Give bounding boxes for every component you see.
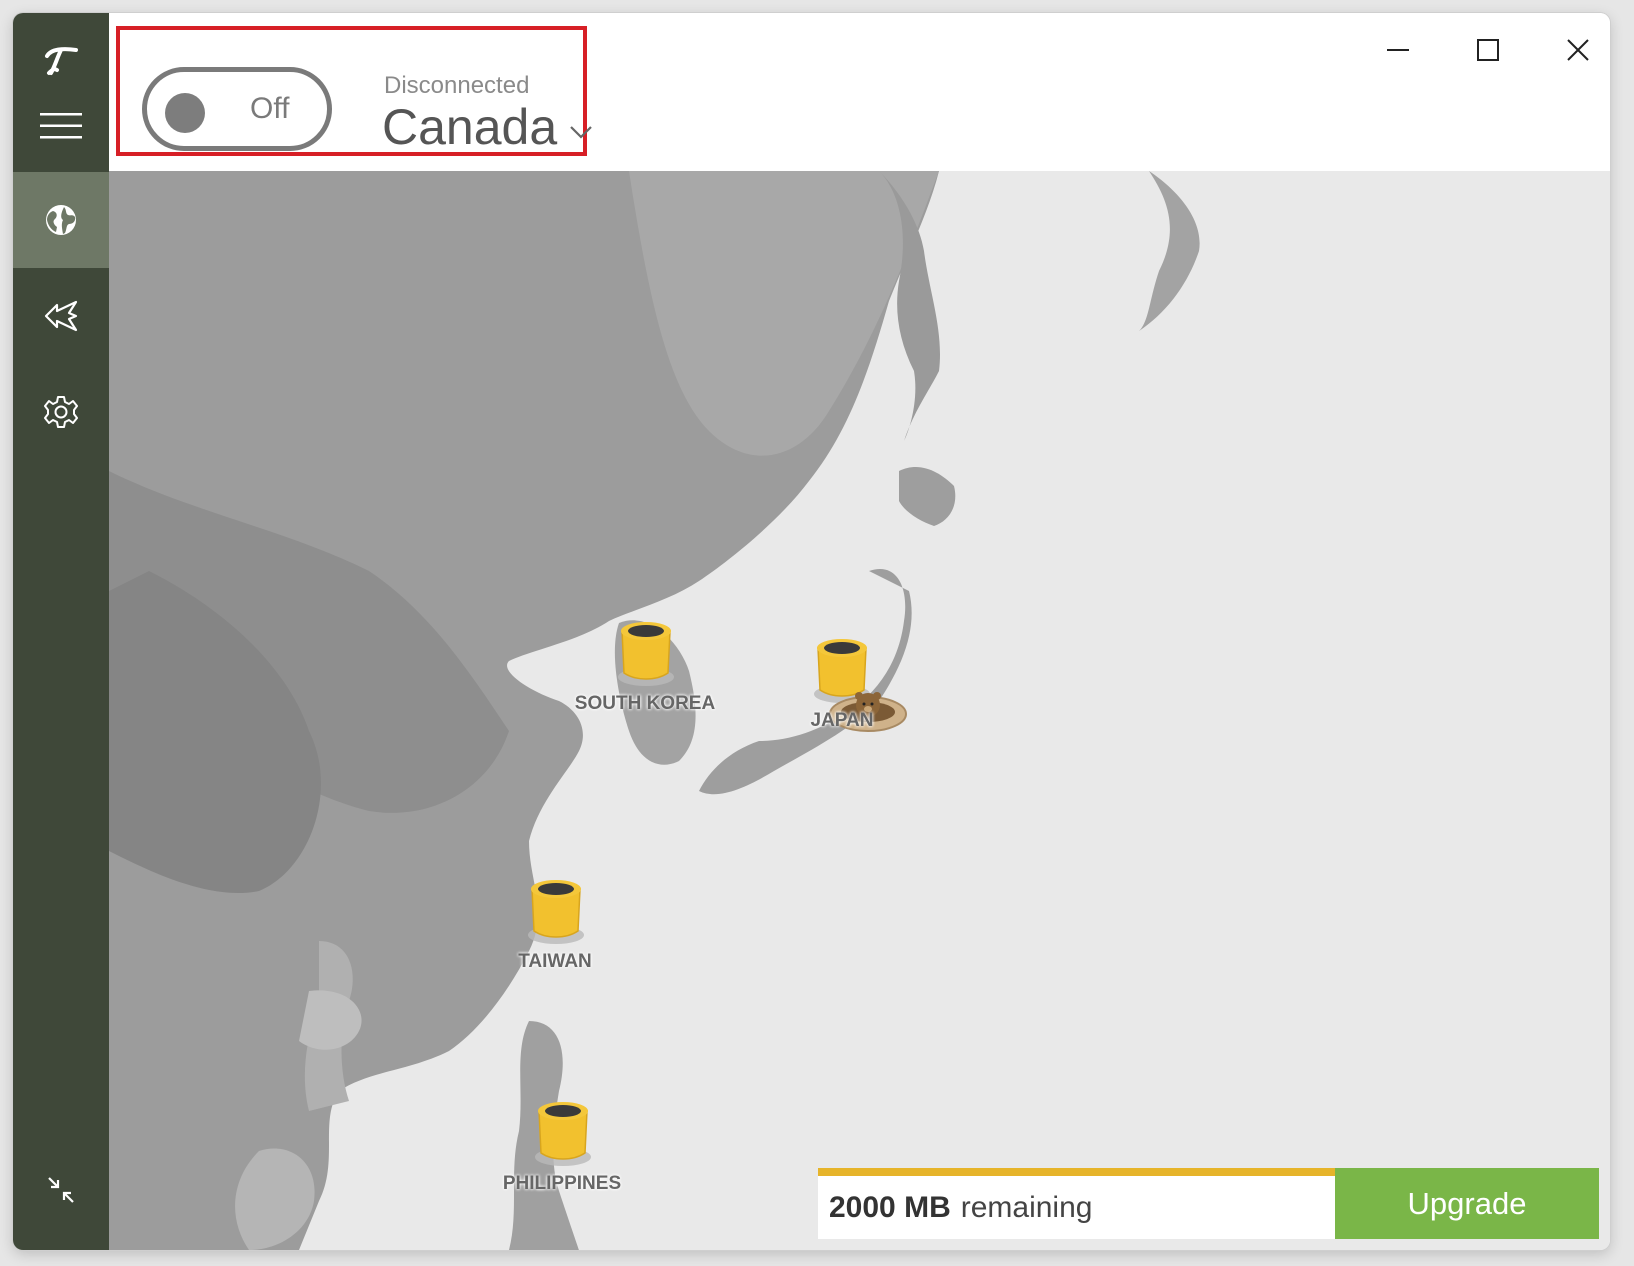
connection-status: Disconnected <box>384 72 530 99</box>
server-barrel-taiwan[interactable] <box>526 879 586 947</box>
barrel-icon <box>618 622 674 686</box>
toggle-knob <box>165 93 205 133</box>
maximize-button[interactable] <box>1458 25 1518 75</box>
menu-icon[interactable] <box>13 80 109 172</box>
location-selector[interactable]: Canada <box>382 98 593 156</box>
country-label: SOUTH KOREA <box>574 693 716 714</box>
data-remaining: 2000 MB remaining <box>818 1168 1335 1239</box>
minimize-button[interactable] <box>1368 25 1428 75</box>
data-usage-bar: 2000 MB remaining Upgrade <box>818 1168 1602 1239</box>
data-suffix: remaining <box>960 1190 1093 1224</box>
data-amount: 2000 MB <box>829 1190 951 1224</box>
toggle-label: Off <box>250 92 290 125</box>
country-label: TAIWAN <box>518 951 592 972</box>
compact-view-icon[interactable] <box>13 1150 109 1230</box>
country-label: PHILIPPINES <box>502 1173 622 1194</box>
connection-panel: Off Disconnected Canada <box>116 26 592 156</box>
selected-country: Canada <box>382 99 558 155</box>
upgrade-button[interactable]: Upgrade <box>1335 1168 1599 1239</box>
server-barrel-south-korea[interactable] <box>616 621 676 689</box>
world-map[interactable]: SOUTH KOREA JAPAN TAIWAN PHILIPPINES <box>109 171 1610 1250</box>
settings-gear-icon[interactable] <box>13 364 109 460</box>
country-label: JAPAN <box>810 710 874 731</box>
server-barrel-philippines[interactable] <box>533 1101 593 1169</box>
barrel-icon <box>528 880 584 944</box>
chevron-down-icon <box>570 126 592 139</box>
share-icon[interactable] <box>13 268 109 364</box>
sidebar <box>13 13 109 1250</box>
vpn-toggle[interactable]: Off <box>142 67 332 151</box>
top-bar: Off Disconnected Canada <box>109 13 1610 171</box>
close-button[interactable] <box>1548 25 1608 75</box>
app-window: Off Disconnected Canada SOUTH KOREA JAPA… <box>13 13 1610 1250</box>
map-globe-icon[interactable] <box>13 172 109 268</box>
barrel-icon <box>535 1102 591 1166</box>
